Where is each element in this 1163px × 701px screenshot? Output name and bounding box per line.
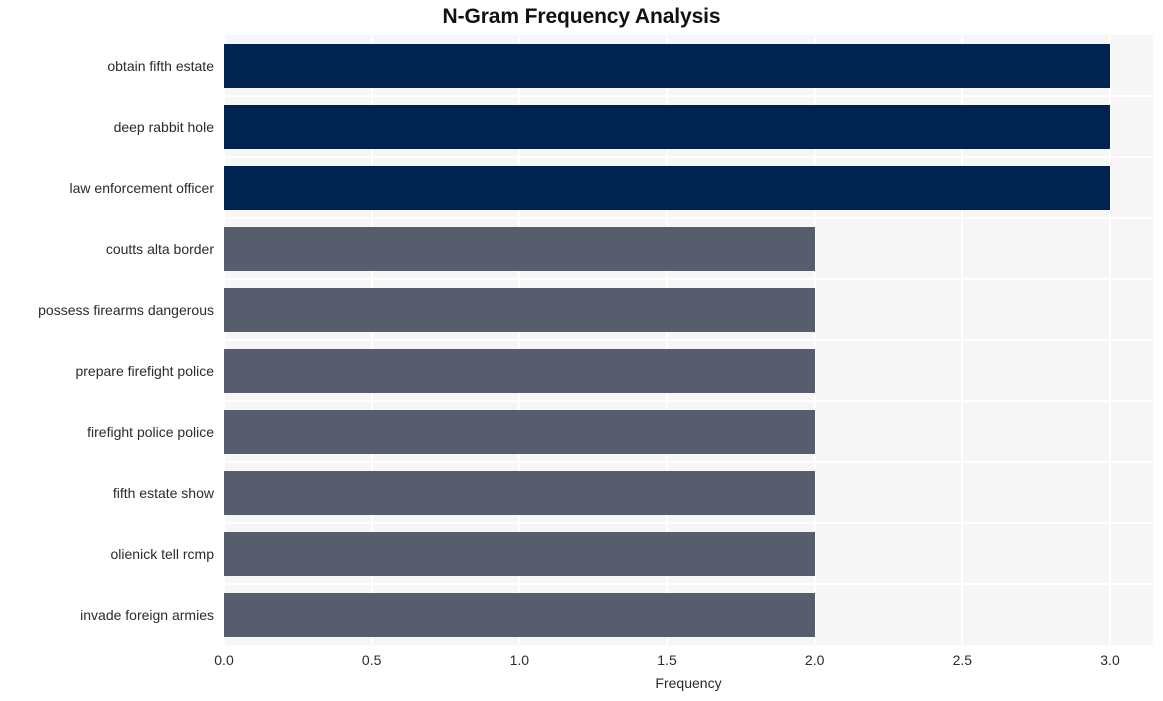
bar <box>224 104 1110 149</box>
x-axis-label: Frequency <box>655 675 722 691</box>
x-axis-tick-label: 2.0 <box>804 652 825 668</box>
bar <box>224 470 815 515</box>
gridline-horizontal <box>224 522 1153 524</box>
gridline-horizontal <box>224 95 1153 97</box>
bar <box>224 43 1110 88</box>
y-axis-tick-label: invade foreign armies <box>80 606 214 623</box>
bar <box>224 348 815 393</box>
y-axis-tick-label: obtain fifth estate <box>107 57 214 74</box>
gridline-horizontal <box>224 217 1153 219</box>
bar <box>224 165 1110 210</box>
y-axis-tick-labels: obtain fifth estate deep rabbit hole law e… <box>0 0 214 701</box>
x-axis-tick-label: 0.0 <box>214 652 234 668</box>
y-axis-tick-label: olienick tell rcmp <box>110 545 214 562</box>
x-axis-tick-label: 3.0 <box>1100 652 1120 668</box>
x-axis-tick-label: 2.5 <box>952 652 973 668</box>
y-axis-tick-label: prepare firefight police <box>75 362 214 379</box>
y-axis-tick-label: fifth estate show <box>112 484 214 501</box>
gridline-horizontal <box>224 461 1153 463</box>
y-axis-tick-label: firefight police police <box>87 423 214 440</box>
y-axis-tick-label: deep rabbit hole <box>113 118 214 135</box>
bar <box>224 531 815 576</box>
plot-area <box>224 35 1153 645</box>
y-axis-tick-label: coutts alta border <box>105 240 214 257</box>
bar <box>224 226 815 271</box>
x-axis-tick-label: 0.5 <box>361 652 382 668</box>
gridline-horizontal <box>224 339 1153 341</box>
gridline-horizontal <box>224 278 1153 280</box>
bar <box>224 409 815 454</box>
x-axis-tick-label: 1.5 <box>657 652 677 668</box>
bar <box>224 287 815 332</box>
gridline-horizontal <box>224 400 1153 402</box>
bar <box>224 592 815 637</box>
y-axis-tick-label: possess firearms dangerous <box>38 301 214 318</box>
gridline-horizontal <box>224 583 1153 585</box>
gridline-horizontal <box>224 156 1153 158</box>
y-axis-tick-label: law enforcement officer <box>69 179 214 196</box>
chart-figure: N-Gram Frequency Analysis obtain fifth e… <box>0 0 1163 701</box>
x-axis-tick-labels: 0.0 0.5 1.0 1.5 2.0 2.5 3.0 <box>0 651 1163 675</box>
x-axis-tick-label: 1.0 <box>509 652 530 668</box>
